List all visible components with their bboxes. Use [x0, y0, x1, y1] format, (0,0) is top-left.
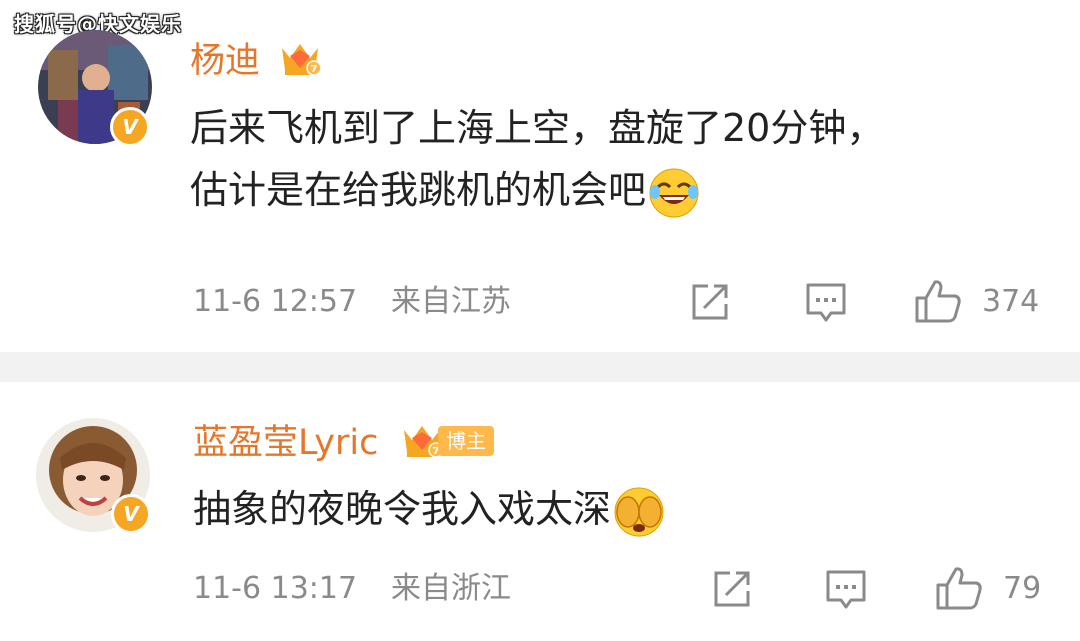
comment-item: V 杨迪 7 后来飞机到了上海上空，盘旋了20分钟， 估计是在给我跳机的机会吧 … — [0, 0, 1080, 352]
laugh-cry-emoji — [649, 168, 699, 217]
like-icon[interactable] — [935, 565, 983, 611]
comment-text-line: 后来飞机到了上海上空，盘旋了20分钟， — [190, 106, 885, 150]
comment-text: 后来飞机到了上海上空，盘旋了20分钟， 估计是在给我跳机的机会吧 — [190, 97, 884, 221]
comment-divider — [0, 352, 1080, 382]
comment-icon[interactable] — [825, 569, 867, 611]
comment-item: V 蓝盈莹Lyric 7 博主 抽象的夜晚令我入戏太深 11-6 13:17 来… — [0, 382, 1080, 641]
share-icon[interactable] — [712, 569, 754, 609]
verified-badge: V — [110, 107, 150, 147]
comment-icon[interactable] — [805, 282, 847, 324]
comment-text-line: 估计是在给我跳机的机会吧 — [190, 159, 884, 221]
username[interactable]: 杨迪 — [190, 44, 260, 79]
blogger-badge: 博主 — [438, 426, 494, 456]
like-count: 79 — [1003, 571, 1042, 606]
verified-badge: V — [111, 494, 151, 534]
comment-text: 抽象的夜晚令我入戏太深 — [193, 478, 665, 540]
share-icon[interactable] — [690, 282, 732, 322]
crown-icon: 7 — [282, 44, 322, 76]
location: 来自江苏 — [391, 284, 511, 319]
location: 来自浙江 — [391, 571, 511, 606]
like-icon[interactable] — [914, 278, 962, 324]
username[interactable]: 蓝盈莹Lyric — [193, 426, 378, 461]
comment-text-line: 抽象的夜晚令我入戏太深 — [193, 478, 665, 540]
svg-text:7: 7 — [311, 64, 318, 75]
cover-face-emoji — [614, 487, 664, 536]
timestamp: 11-6 13:17 — [193, 571, 358, 606]
like-count: 374 — [982, 284, 1040, 319]
timestamp: 11-6 12:57 — [193, 284, 358, 319]
